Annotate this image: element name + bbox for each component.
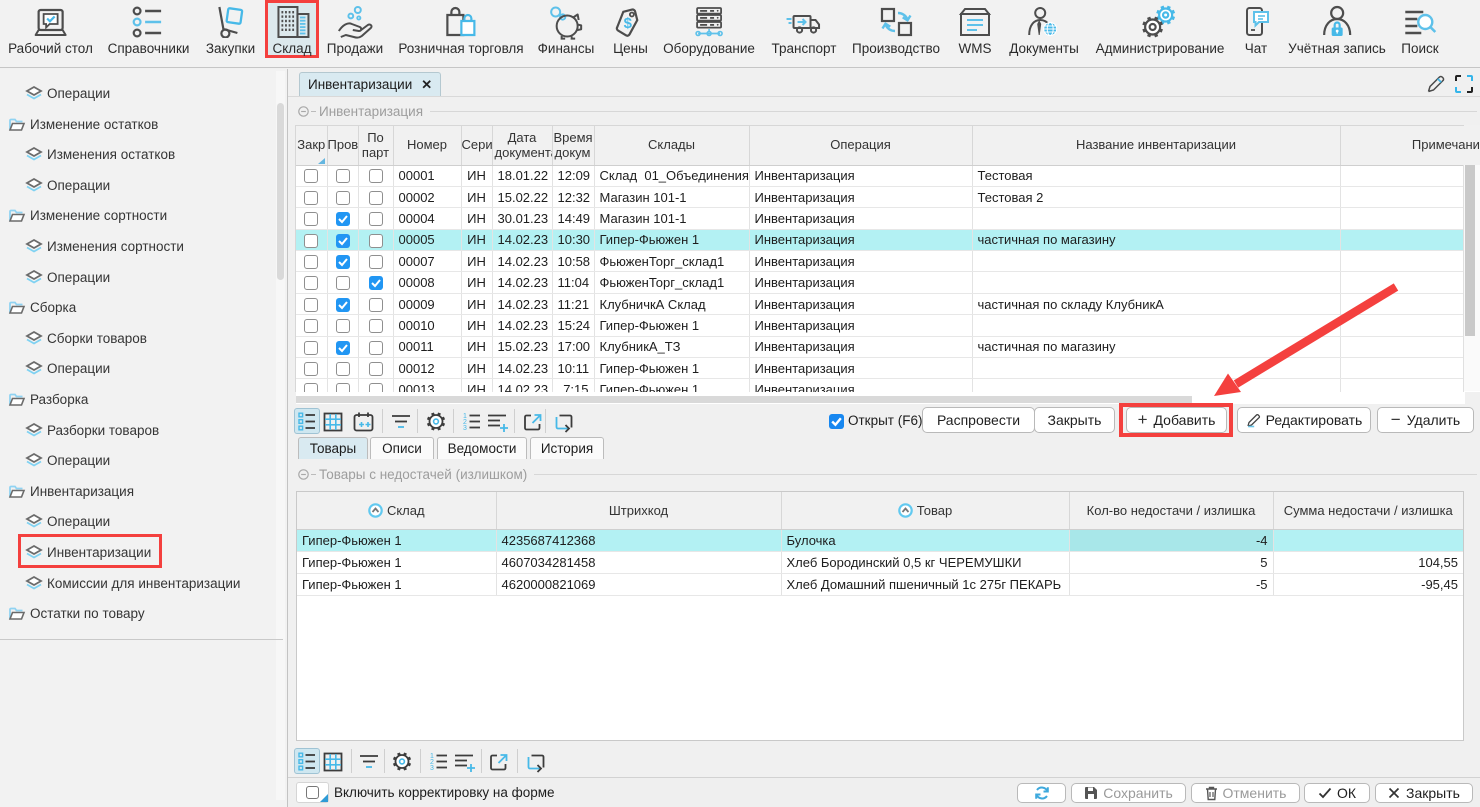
svg-text:3: 3 <box>463 425 467 432</box>
svg-text:$: $ <box>624 15 633 32</box>
svg-text:3: 3 <box>430 765 434 772</box>
